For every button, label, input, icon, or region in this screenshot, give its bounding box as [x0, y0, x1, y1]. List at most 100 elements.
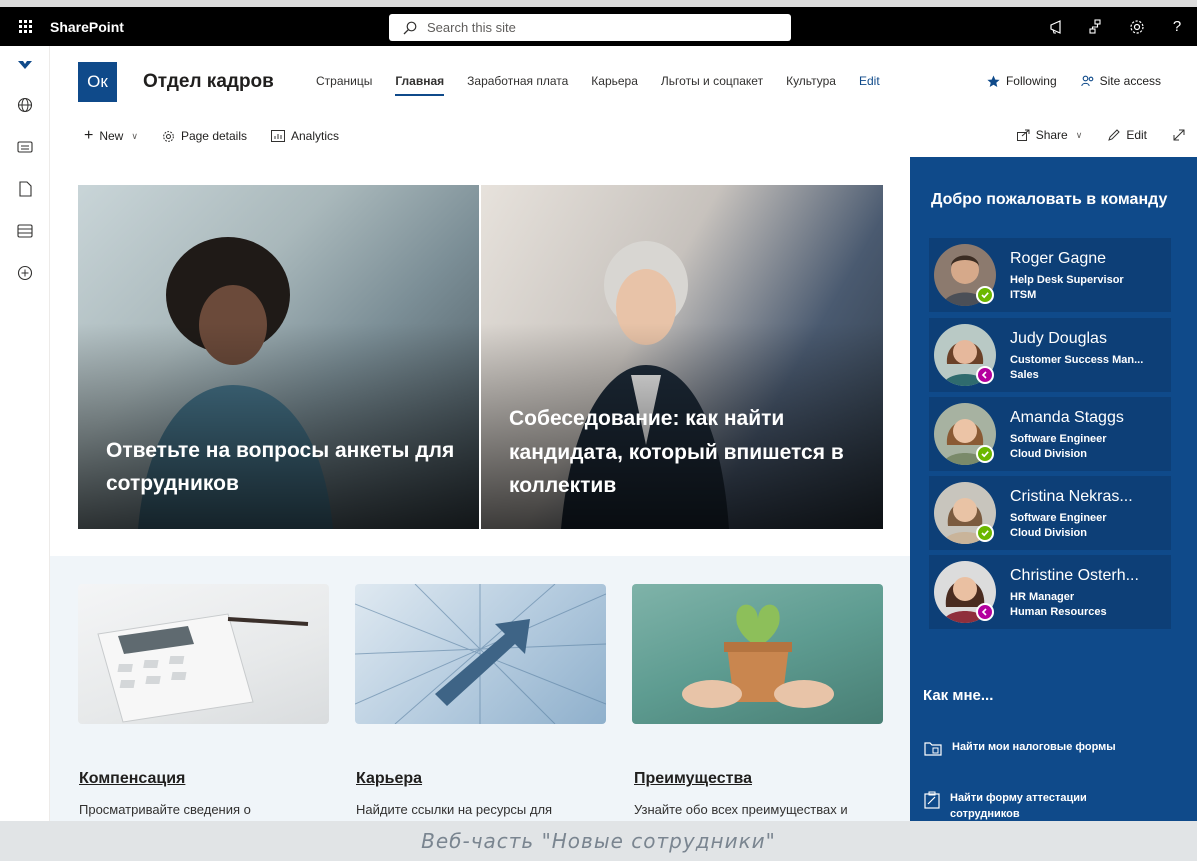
megaphone-icon[interactable]	[1037, 19, 1077, 34]
person-department: ITSM	[1010, 289, 1037, 301]
org-chart-icon[interactable]	[1077, 18, 1117, 35]
gear-icon[interactable]	[1117, 19, 1157, 35]
new-label: New	[99, 129, 124, 143]
site-access-label: Site access	[1099, 74, 1161, 88]
person-name: Roger Gagne	[1010, 250, 1107, 267]
waffle-icon	[18, 20, 32, 33]
nav-item-home[interactable]: Главная	[395, 74, 445, 96]
hero-caption-interview: Собеседование: как найти кандидата, кото…	[509, 407, 844, 498]
page-details-button[interactable]: Page details	[162, 128, 247, 144]
arrow-icon	[355, 584, 606, 724]
presence-away-icon	[976, 366, 994, 384]
person-role: Software Engineer	[1010, 512, 1107, 524]
document-icon[interactable]	[0, 168, 50, 210]
news-icon[interactable]	[0, 126, 50, 168]
edit-button[interactable]: Edit	[1108, 128, 1147, 142]
share-button[interactable]: Share ∨	[1016, 128, 1083, 142]
suite-brand[interactable]: SharePoint	[50, 19, 124, 35]
person-card[interactable]: Amanda Staggs Software Engineer Cloud Di…	[929, 397, 1171, 471]
person-department: Sales	[1010, 369, 1039, 381]
plant-icon	[682, 604, 834, 708]
howto-link-appraisal-form[interactable]: Найти форму аттестации сотрудников	[924, 791, 1130, 823]
card-image-compensation[interactable]	[78, 584, 329, 724]
card-desc-career: Найдите ссылки на ресурсы для	[356, 802, 553, 817]
howto-link-tax-forms[interactable]: Найти мои налоговые формы	[924, 740, 1132, 756]
nav-edit-link[interactable]: Edit	[859, 74, 880, 96]
hero-caption-survey: Ответьте на вопросы анкеты для сотрудник…	[106, 438, 455, 496]
person-role: Help Desk Supervisor	[1010, 274, 1124, 286]
globe-icon[interactable]	[0, 84, 50, 126]
people-icon	[1080, 75, 1093, 87]
card-title-compensation[interactable]: Компенсация	[79, 770, 185, 788]
person-department: Cloud Division	[1010, 448, 1087, 460]
clipboard-icon	[924, 791, 940, 809]
person-name: Amanda Staggs	[1010, 409, 1124, 426]
image-caption: Веб-часть "Новые сотрудники"	[421, 829, 776, 853]
search-input[interactable]: Search this site	[427, 20, 516, 35]
list-icon[interactable]	[0, 210, 50, 252]
calculator-icon	[97, 613, 309, 723]
new-employees-panel: Добро пожаловать в команду Roger Gagne H…	[910, 157, 1197, 821]
card-image-benefits[interactable]	[632, 584, 883, 724]
analytics-label: Analytics	[291, 129, 340, 143]
site-title[interactable]: Отдел кадров	[143, 71, 274, 93]
person-department: Human Resources	[1010, 606, 1107, 618]
app-launcher-button[interactable]	[0, 7, 50, 46]
analytics-icon	[271, 130, 285, 142]
search-box[interactable]: Search this site	[389, 14, 791, 41]
card-desc-compensation: Просматривайте сведения о	[79, 802, 251, 817]
pencil-icon	[1108, 129, 1121, 141]
person-card[interactable]: Roger Gagne Help Desk Supervisor ITSM	[929, 238, 1171, 312]
card-title-benefits[interactable]: Преимущества	[634, 770, 752, 788]
chevron-down-icon: ∨	[131, 130, 138, 141]
howto-link-label: Найти мои налоговые формы	[952, 741, 1116, 753]
nav-item-benefits[interactable]: Льготы и соцпакет	[661, 74, 763, 96]
person-role: Customer Success Man...	[1010, 354, 1144, 366]
hero-tile-survey[interactable]: Ответьте на вопросы анкеты для сотрудник…	[78, 185, 479, 529]
plus-icon: +	[84, 127, 94, 144]
expand-icon	[1173, 129, 1185, 141]
person-department: Cloud Division	[1010, 527, 1087, 539]
page-details-label: Page details	[180, 129, 247, 143]
analytics-button[interactable]: Analytics	[271, 128, 339, 144]
nav-item-culture[interactable]: Культура	[786, 74, 836, 96]
folder-document-icon	[924, 742, 942, 756]
gear-icon	[163, 130, 174, 142]
presence-available-icon	[976, 286, 994, 304]
card-desc-benefits: Узнайте обо всех преимуществах и	[634, 802, 848, 817]
person-name: Cristina Nekras...	[1010, 488, 1133, 505]
add-circle-icon[interactable]	[0, 252, 50, 294]
site-access-button[interactable]: Site access	[1080, 74, 1161, 88]
site-logo[interactable]: Ок	[78, 62, 117, 102]
share-label: Share	[1035, 128, 1068, 142]
hero-webpart: Ответьте на вопросы анкеты для сотрудник…	[78, 185, 883, 529]
person-card[interactable]: Cristina Nekras... Software Engineer Clo…	[929, 476, 1171, 550]
presence-available-icon	[976, 524, 994, 542]
search-icon	[403, 21, 417, 34]
chevron-down-icon: ∨	[1075, 129, 1083, 140]
suite-bar: SharePoint Search this site ?	[0, 0, 1197, 46]
card-image-career[interactable]	[355, 584, 606, 724]
sharepoint-home-icon[interactable]	[0, 46, 50, 84]
card-title-career[interactable]: Карьера	[356, 770, 422, 788]
edit-label: Edit	[1126, 128, 1147, 142]
presence-away-icon	[976, 603, 994, 621]
person-card[interactable]: Judy Douglas Customer Success Man... Sal…	[929, 318, 1171, 392]
following-button[interactable]: Following	[987, 74, 1057, 88]
nav-item-pages[interactable]: Страницы	[316, 74, 372, 96]
following-label: Following	[1005, 74, 1057, 88]
star-icon	[987, 75, 1000, 87]
site-navigation: Страницы Главная Заработная плата Карьер…	[316, 74, 903, 96]
nav-item-payroll[interactable]: Заработная плата	[467, 74, 568, 96]
expand-button[interactable]	[1173, 128, 1185, 142]
person-name: Judy Douglas	[1010, 330, 1107, 347]
howto-link-label: Найти форму аттестации сотрудников	[950, 792, 1087, 820]
nav-item-career[interactable]: Карьера	[591, 74, 638, 96]
help-icon[interactable]: ?	[1157, 18, 1197, 35]
person-name: Christine Osterh...	[1010, 567, 1139, 584]
panel-title: Добро пожаловать в команду	[931, 191, 1168, 208]
person-role: HR Manager	[1010, 591, 1075, 603]
person-card[interactable]: Christine Osterh... HR Manager Human Res…	[929, 555, 1171, 629]
new-button[interactable]: + New ∨	[84, 128, 138, 144]
hero-tile-interview[interactable]: Собеседование: как найти кандидата, кото…	[481, 185, 883, 529]
